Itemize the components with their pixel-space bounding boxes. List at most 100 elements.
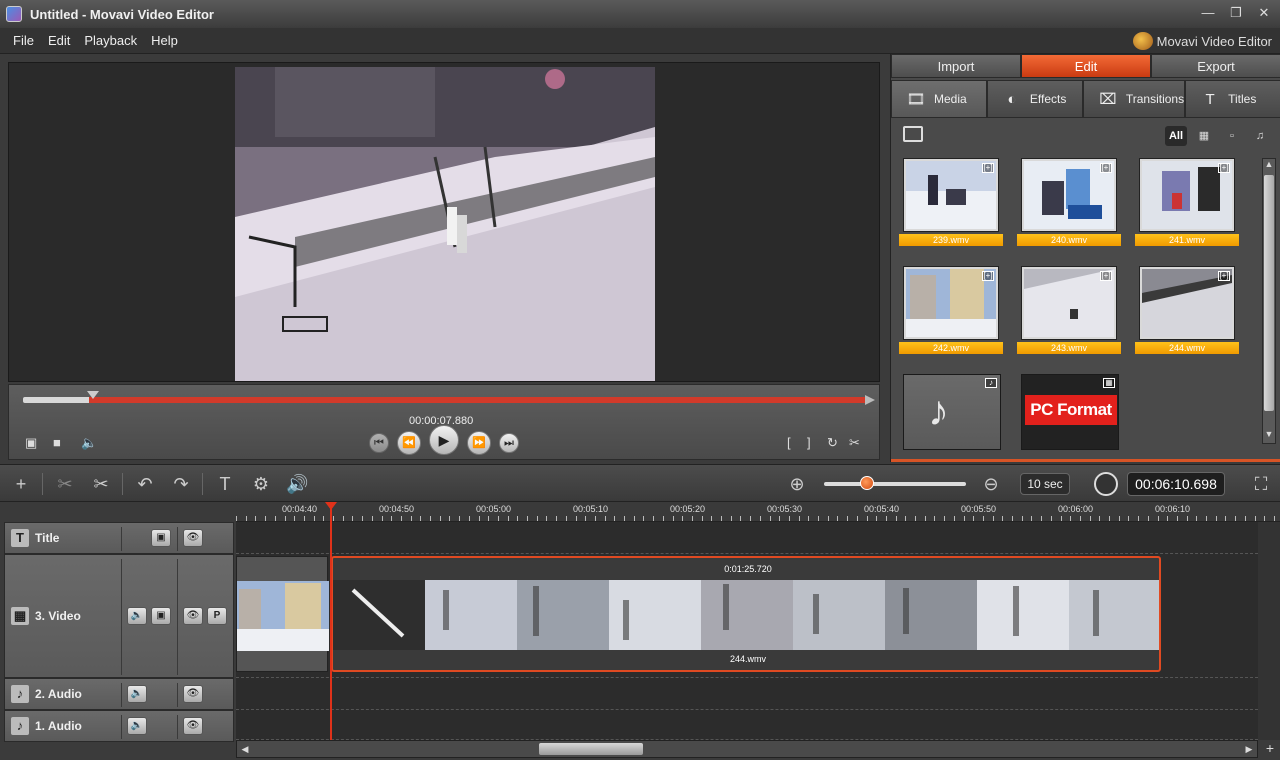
selected-timeline-clip[interactable]: 0:01:25.720 244.wmv: [331, 556, 1161, 672]
adjust-icon[interactable]: ⚙: [250, 473, 272, 495]
open-folder-icon[interactable]: [903, 126, 923, 142]
media-clip-240[interactable]: [+] 240.wmv: [1017, 158, 1121, 246]
visibility-icon[interactable]: 👁: [183, 529, 203, 547]
volume-icon[interactable]: 🔈: [81, 435, 97, 451]
close-button[interactable]: ✕: [1254, 4, 1274, 22]
clip-add-badge[interactable]: [+]: [982, 271, 994, 281]
lock-button[interactable]: ▣: [151, 607, 171, 625]
clip-add-badge[interactable]: [+]: [982, 163, 994, 173]
mute-button[interactable]: 🔈: [127, 717, 147, 735]
menu-help[interactable]: Help: [144, 33, 185, 48]
scroll-left-icon[interactable]: ◀: [238, 742, 252, 756]
transitions-icon: ⌧: [1099, 91, 1117, 108]
undo-icon[interactable]: ↶: [134, 473, 156, 495]
mute-button[interactable]: 🔈: [127, 607, 147, 625]
zoom-slider[interactable]: [824, 482, 966, 486]
tab-export[interactable]: Export: [1151, 54, 1280, 78]
fast-forward-button[interactable]: ⏩: [467, 431, 491, 455]
ruler-tick: [546, 516, 548, 521]
audio-lane-1[interactable]: [236, 710, 1258, 740]
media-clip-241[interactable]: [+] 241.wmv: [1135, 158, 1239, 246]
add-track-icon[interactable]: +: [1262, 740, 1278, 758]
fullscreen-icon[interactable]: ▣: [25, 435, 37, 451]
media-clip-243[interactable]: [+] 243.wmv: [1017, 266, 1121, 354]
mute-button[interactable]: 🔈: [127, 685, 147, 703]
audio-tile[interactable]: ♪ ♪: [903, 374, 1001, 450]
clip-add-badge[interactable]: [+]: [1218, 271, 1230, 281]
ruler-tick: [827, 516, 829, 521]
filter-video-icon[interactable]: ▦: [1195, 126, 1213, 146]
go-to-end-button[interactable]: ⏭: [499, 433, 519, 453]
visibility-icon[interactable]: 👁: [183, 607, 203, 625]
ruler-tick: [633, 516, 635, 521]
split-icon[interactable]: ✂: [54, 473, 76, 495]
zoom-slider-handle[interactable]: [860, 476, 874, 490]
mark-in-icon[interactable]: [: [787, 435, 791, 450]
media-scrollbar[interactable]: ▲ ▼: [1262, 158, 1276, 444]
media-scroll-thumb[interactable]: [1264, 175, 1274, 411]
maximize-button[interactable]: ❐: [1226, 4, 1246, 22]
clip-add-badge[interactable]: [+]: [1218, 163, 1230, 173]
rotate-icon[interactable]: ↻: [827, 435, 838, 451]
audio-lane-2[interactable]: [236, 678, 1258, 710]
seek-handle[interactable]: [87, 391, 99, 399]
seek-end-marker[interactable]: [865, 395, 875, 405]
crop-icon[interactable]: ✂: [849, 435, 860, 451]
timeline-scroll-thumb[interactable]: [539, 743, 643, 755]
title-icon[interactable]: T: [214, 473, 236, 495]
menu-file[interactable]: File: [6, 33, 41, 48]
add-icon[interactable]: +: [10, 473, 32, 495]
filter-audio-icon[interactable]: ♫: [1251, 126, 1269, 146]
cut-icon[interactable]: ✂: [90, 473, 112, 495]
ruler-tick: [459, 516, 461, 521]
scroll-up-icon[interactable]: ▲: [1263, 159, 1275, 173]
go-to-start-button[interactable]: ⏮: [369, 433, 389, 453]
timeline-clip[interactable]: [236, 556, 329, 672]
ruler-tick: [439, 516, 441, 521]
ruler-tick: [818, 516, 819, 521]
timeline-scrollbar[interactable]: ◀ ▶: [236, 740, 1258, 758]
visibility-icon[interactable]: 👁: [183, 717, 203, 735]
scroll-down-icon[interactable]: ▼: [1263, 429, 1275, 443]
media-clip-239[interactable]: [+] 239.wmv: [899, 158, 1003, 246]
filter-image-icon[interactable]: ▫: [1223, 126, 1241, 146]
audio-record-icon[interactable]: 🔊: [286, 473, 308, 495]
stop-icon[interactable]: ■: [53, 435, 61, 450]
ruler-tick: [527, 516, 528, 521]
tab-edit[interactable]: Edit: [1021, 54, 1151, 78]
filter-all[interactable]: All: [1165, 126, 1187, 146]
media-clip-242[interactable]: [+] 242.wmv: [899, 266, 1003, 354]
brand-name: Movavi Video Editor: [1156, 33, 1272, 49]
tab-import[interactable]: Import: [891, 54, 1021, 78]
tab-transitions[interactable]: ⌧ Transitions: [1082, 80, 1186, 118]
tab-titles[interactable]: T Titles: [1185, 80, 1280, 118]
tab-effects[interactable]: ◐ Effects: [986, 80, 1083, 118]
pip-button[interactable]: P: [207, 607, 227, 625]
rewind-button[interactable]: ⏪: [397, 431, 421, 455]
zoom-in-icon[interactable]: ⊕: [786, 473, 808, 495]
timeline-area[interactable]: 0:01:25.720 244.wmv: [236, 522, 1258, 740]
ruler-tick: [711, 516, 713, 521]
zoom-out-icon[interactable]: ⊖: [980, 473, 1002, 495]
ruler-tick: [963, 516, 965, 521]
redo-icon[interactable]: ↷: [170, 473, 192, 495]
minimize-button[interactable]: —: [1198, 4, 1218, 22]
playhead-handle[interactable]: [325, 502, 337, 510]
mark-out-icon[interactable]: ]: [807, 435, 811, 450]
scroll-right-icon[interactable]: ▶: [1242, 742, 1256, 756]
tab-media[interactable]: 🎞 Media: [891, 80, 987, 118]
clip-thumbnail: [+]: [1021, 266, 1117, 340]
clip-add-badge[interactable]: [+]: [1100, 163, 1112, 173]
lock-button[interactable]: ▣: [151, 529, 171, 547]
clip-add-badge[interactable]: [+]: [1100, 271, 1112, 281]
title-tile[interactable]: PC Format ▦: [1021, 374, 1119, 450]
play-button[interactable]: ▶: [429, 425, 459, 455]
title-lane[interactable]: [236, 522, 1258, 554]
menu-edit[interactable]: Edit: [41, 33, 77, 48]
menu-playback[interactable]: Playback: [77, 33, 144, 48]
time-ruler[interactable]: 00:04:40 00:04:50 00:05:00 00:05:10 00:05:20…: [236, 502, 1280, 522]
playhead[interactable]: [330, 502, 332, 740]
visibility-icon[interactable]: 👁: [183, 685, 203, 703]
media-clip-244[interactable]: [+] 244.wmv: [1135, 266, 1239, 354]
fit-timeline-icon[interactable]: ⛶: [1250, 473, 1272, 495]
